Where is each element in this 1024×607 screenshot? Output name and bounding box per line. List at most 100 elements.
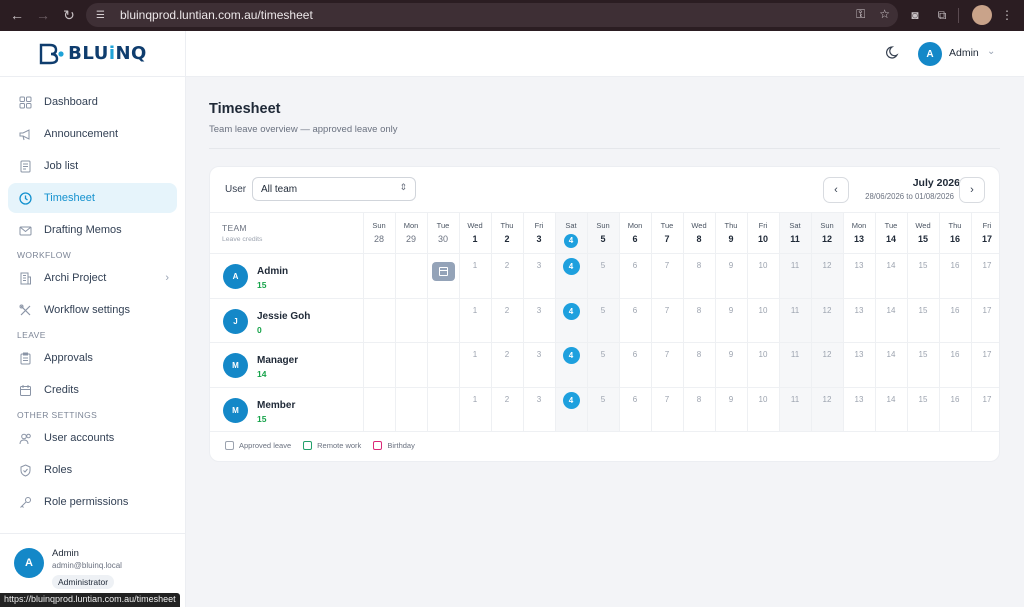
dark-mode-toggle-icon[interactable] bbox=[886, 45, 902, 61]
day-cell[interactable]: 10 bbox=[747, 254, 779, 298]
day-cell[interactable]: 5 bbox=[587, 254, 619, 298]
day-cell[interactable]: 5 bbox=[587, 299, 619, 343]
day-cell[interactable]: 10 bbox=[747, 343, 779, 387]
sidebar-item-role-permissions[interactable]: Role permissions bbox=[8, 487, 177, 517]
day-cell[interactable]: 17 bbox=[971, 343, 999, 387]
day-cell[interactable]: 15 bbox=[907, 254, 939, 298]
sidebar-item-announcement[interactable]: Announcement bbox=[8, 119, 177, 149]
day-cell[interactable]: 6 bbox=[619, 254, 651, 298]
bookmark-star-icon[interactable]: ☆ bbox=[879, 7, 890, 22]
day-cell[interactable]: 10 bbox=[747, 388, 779, 432]
day-cell[interactable]: 7 bbox=[651, 299, 683, 343]
day-cell[interactable]: 5 bbox=[587, 388, 619, 432]
sidebar-item-timesheet[interactable]: Timesheet bbox=[8, 183, 177, 213]
day-cell[interactable]: 13 bbox=[843, 388, 875, 432]
day-cell[interactable]: 12 bbox=[811, 299, 843, 343]
day-cell[interactable]: 2 bbox=[491, 299, 523, 343]
day-cell[interactable]: 15 bbox=[907, 343, 939, 387]
sidebar-item-user-accounts[interactable]: User accounts bbox=[8, 423, 177, 453]
day-cell[interactable]: 16 bbox=[939, 343, 971, 387]
day-cell-number: 9 bbox=[728, 305, 734, 315]
header-avatar[interactable]: A bbox=[918, 42, 942, 66]
day-cell[interactable]: 3 bbox=[523, 254, 555, 298]
site-info-icon[interactable]: ☰ bbox=[96, 10, 110, 21]
approved-leave-chip[interactable] bbox=[431, 262, 455, 281]
day-cell[interactable]: 13 bbox=[843, 299, 875, 343]
camera-icon[interactable]: ◙ bbox=[906, 6, 924, 24]
team-select[interactable]: All team ⇕ bbox=[252, 177, 416, 201]
day-cell[interactable]: 14 bbox=[875, 388, 907, 432]
day-cell[interactable]: 12 bbox=[811, 388, 843, 432]
day-cell[interactable]: 17 bbox=[971, 299, 999, 343]
sidebar-item-archi-project[interactable]: Archi Project › bbox=[8, 263, 177, 293]
day-cell[interactable]: 14 bbox=[875, 343, 907, 387]
day-cell[interactable]: 9 bbox=[715, 343, 747, 387]
day-cell[interactable]: 2 bbox=[491, 343, 523, 387]
day-cell[interactable]: 7 bbox=[651, 254, 683, 298]
day-cell[interactable]: 6 bbox=[619, 388, 651, 432]
sidebar-item-drafting-memos[interactable]: Drafting Memos bbox=[8, 215, 177, 245]
sidebar-item-dashboard[interactable]: Dashboard bbox=[8, 87, 177, 117]
day-cell[interactable]: 9 bbox=[715, 388, 747, 432]
day-cell[interactable]: 11 bbox=[779, 343, 811, 387]
day-cell[interactable]: 14 bbox=[875, 254, 907, 298]
day-cell[interactable]: 8 bbox=[683, 299, 715, 343]
day-cell[interactable]: 17 bbox=[971, 254, 999, 298]
day-cell[interactable]: 8 bbox=[683, 343, 715, 387]
forward-icon[interactable]: → bbox=[32, 4, 54, 26]
day-cell[interactable]: 11 bbox=[779, 254, 811, 298]
browser-menu-icon[interactable]: ⋮ bbox=[998, 6, 1016, 24]
sidebar-item-job-list[interactable]: Job list bbox=[8, 151, 177, 181]
day-cell[interactable]: 16 bbox=[939, 388, 971, 432]
day-cell[interactable]: 2 bbox=[491, 388, 523, 432]
day-cell[interactable]: 12 bbox=[811, 254, 843, 298]
back-icon[interactable]: ← bbox=[6, 4, 28, 26]
profile-avatar[interactable] bbox=[972, 5, 992, 25]
sidebar-item-workflow-settings[interactable]: Workflow settings bbox=[8, 295, 177, 325]
chevron-down-icon[interactable]: ⌄ bbox=[987, 46, 995, 57]
day-cell[interactable]: 16 bbox=[939, 254, 971, 298]
day-cell[interactable]: 2 bbox=[491, 254, 523, 298]
day-cell[interactable]: 6 bbox=[619, 343, 651, 387]
day-cell[interactable]: 4 bbox=[555, 388, 587, 432]
reload-icon[interactable]: ↻ bbox=[58, 4, 80, 26]
day-cell[interactable]: 10 bbox=[747, 299, 779, 343]
day-cell[interactable]: 3 bbox=[523, 299, 555, 343]
day-cell[interactable]: 17 bbox=[971, 388, 999, 432]
extensions-icon[interactable]: ⧉ bbox=[933, 6, 951, 24]
day-cell[interactable]: 4 bbox=[555, 299, 587, 343]
next-month-button[interactable]: › bbox=[959, 177, 985, 203]
day-cell[interactable]: 15 bbox=[907, 299, 939, 343]
day-cell[interactable]: 11 bbox=[779, 388, 811, 432]
day-cell[interactable]: 8 bbox=[683, 254, 715, 298]
day-cell[interactable]: 5 bbox=[587, 343, 619, 387]
day-cell[interactable]: 1 bbox=[459, 299, 491, 343]
sidebar-item-credits[interactable]: Credits bbox=[8, 375, 177, 405]
sidebar-item-roles[interactable]: Roles bbox=[8, 455, 177, 485]
day-cell[interactable]: 3 bbox=[523, 343, 555, 387]
day-cell[interactable]: 14 bbox=[875, 299, 907, 343]
brand-logo[interactable]: BLUiNQ bbox=[0, 31, 185, 77]
day-cell[interactable]: 9 bbox=[715, 254, 747, 298]
day-cell[interactable]: 4 bbox=[555, 254, 587, 298]
day-cell[interactable]: 9 bbox=[715, 299, 747, 343]
header-user-name[interactable]: Admin bbox=[949, 47, 979, 59]
sidebar-item-approvals[interactable]: Approvals bbox=[8, 343, 177, 373]
password-key-icon[interactable]: ⚿ bbox=[856, 7, 865, 22]
day-cell[interactable]: 3 bbox=[523, 388, 555, 432]
day-cell[interactable]: 1 bbox=[459, 388, 491, 432]
day-cell[interactable]: 4 bbox=[555, 343, 587, 387]
day-cell[interactable]: 1 bbox=[459, 343, 491, 387]
address-bar[interactable]: ☰ bluinqprod.luntian.com.au/timesheet ⚿ … bbox=[86, 3, 898, 27]
day-cell[interactable]: 16 bbox=[939, 299, 971, 343]
day-cell[interactable]: 1 bbox=[459, 254, 491, 298]
day-cell[interactable]: 6 bbox=[619, 299, 651, 343]
day-cell[interactable]: 7 bbox=[651, 343, 683, 387]
day-cell[interactable]: 8 bbox=[683, 388, 715, 432]
day-cell[interactable]: 12 bbox=[811, 343, 843, 387]
day-cell[interactable]: 13 bbox=[843, 343, 875, 387]
day-cell[interactable]: 7 bbox=[651, 388, 683, 432]
day-cell[interactable]: 15 bbox=[907, 388, 939, 432]
day-cell[interactable]: 11 bbox=[779, 299, 811, 343]
day-cell[interactable]: 13 bbox=[843, 254, 875, 298]
